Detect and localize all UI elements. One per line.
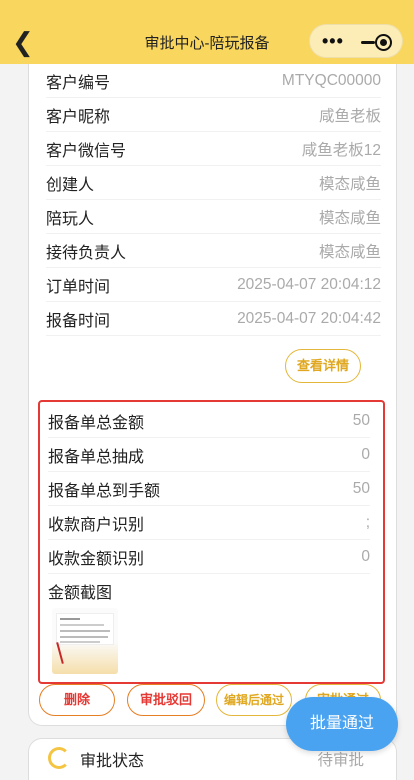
- reject-button[interactable]: 审批驳回: [127, 684, 205, 716]
- row-value: 50: [352, 479, 370, 497]
- row-value: MTYQC00000: [281, 71, 381, 89]
- receipt-image: [56, 613, 114, 645]
- list-item: 订单时间 2025-04-07 20:04:12: [46, 268, 381, 302]
- list-item: 报备时间 2025-04-07 20:04:42: [46, 302, 381, 336]
- amount-screenshot-thumbnail[interactable]: [52, 608, 118, 674]
- list-item: 客户编号 MTYQC00000: [46, 64, 381, 98]
- screenshot-label: 金额截图: [48, 585, 113, 602]
- list-item: 报备单总到手额 50: [48, 472, 370, 506]
- arrow-icon: [56, 642, 64, 664]
- row-label: 收款商户识别: [48, 516, 145, 534]
- row-value: ;: [365, 513, 370, 531]
- amount-section: 报备单总金额 50 报备单总抽成 0 报备单总到手额 50 收款商户识别; 收款金额识…: [38, 400, 385, 684]
- mini-program-capsule: •••: [309, 24, 403, 58]
- list-item: 客户微信号 咸鱼老板12: [46, 132, 381, 166]
- close-target-icon[interactable]: [375, 34, 392, 51]
- list-item: 收款商户识别;: [48, 506, 370, 540]
- edit-and-approve-button[interactable]: 编辑后通过: [216, 684, 292, 716]
- list-item: 报备单总抽成 0: [48, 438, 370, 472]
- navigation-bar: ❮ 审批中心-陪玩报备 •••: [0, 0, 414, 64]
- info-list: 客户编号 MTYQC00000 客户昵称 咸鱼老板 客户微信号 咸鱼老板12 创建人模…: [46, 64, 381, 336]
- list-item: 陪玩人 模态咸鱼: [46, 200, 381, 234]
- row-label: 客户昵称: [46, 108, 111, 126]
- row-label: 创建人: [46, 176, 95, 194]
- row-value: 模态咸鱼: [318, 175, 381, 193]
- list-item: 报备单总金额 50: [48, 404, 370, 438]
- list-item: 客户昵称 咸鱼老板: [46, 98, 381, 132]
- status-value: 待审批: [317, 752, 364, 769]
- row-label: 报备单总到手额: [48, 482, 161, 500]
- row-label: 收款金额识别: [48, 550, 145, 568]
- minimize-icon[interactable]: [361, 41, 375, 44]
- row-label: 客户编号: [46, 74, 111, 92]
- row-label: 陪玩人: [46, 210, 95, 228]
- row-value: 2025-04-07 20:04:12: [237, 275, 381, 293]
- loading-icon: [48, 747, 70, 769]
- row-value: 2025-04-07 20:04:42: [237, 309, 381, 327]
- delete-button[interactable]: 删除: [39, 684, 115, 716]
- row-value: 模态咸鱼: [318, 209, 381, 227]
- row-label: 报备时间: [46, 312, 111, 330]
- more-icon[interactable]: •••: [322, 32, 344, 50]
- batch-approve-button[interactable]: 批量通过: [286, 697, 398, 751]
- list-item: 金额截图: [48, 574, 370, 608]
- row-value: 0: [361, 547, 370, 565]
- list-item: 创建人 模态咸鱼: [46, 166, 381, 200]
- row-label: 订单时间: [46, 278, 111, 296]
- row-value: 50: [352, 411, 370, 429]
- row-value: 0: [361, 445, 370, 463]
- row-value: 咸鱼老板12: [301, 141, 381, 159]
- row-label: 客户微信号: [46, 142, 127, 160]
- status-label: 审批状态: [80, 753, 145, 770]
- row-value: 咸鱼老板: [318, 107, 381, 125]
- row-label: 报备单总抽成: [48, 448, 145, 466]
- row-value: 模态咸鱼: [318, 243, 381, 261]
- list-item: 接待负责人 模态咸鱼: [46, 234, 381, 268]
- list-item: 收款金额识别 0: [48, 540, 370, 574]
- row-label: 接待负责人: [46, 244, 127, 262]
- view-details-button[interactable]: 查看详情: [285, 349, 361, 383]
- report-detail-card: 客户编号 MTYQC00000 客户昵称 咸鱼老板 客户微信号 咸鱼老板12 创建人模…: [28, 64, 397, 726]
- amount-list: 报备单总金额 50 报备单总抽成 0 报备单总到手额 50 收款商户识别; 收款金额识…: [48, 404, 370, 608]
- row-label: 报备单总金额: [48, 414, 145, 432]
